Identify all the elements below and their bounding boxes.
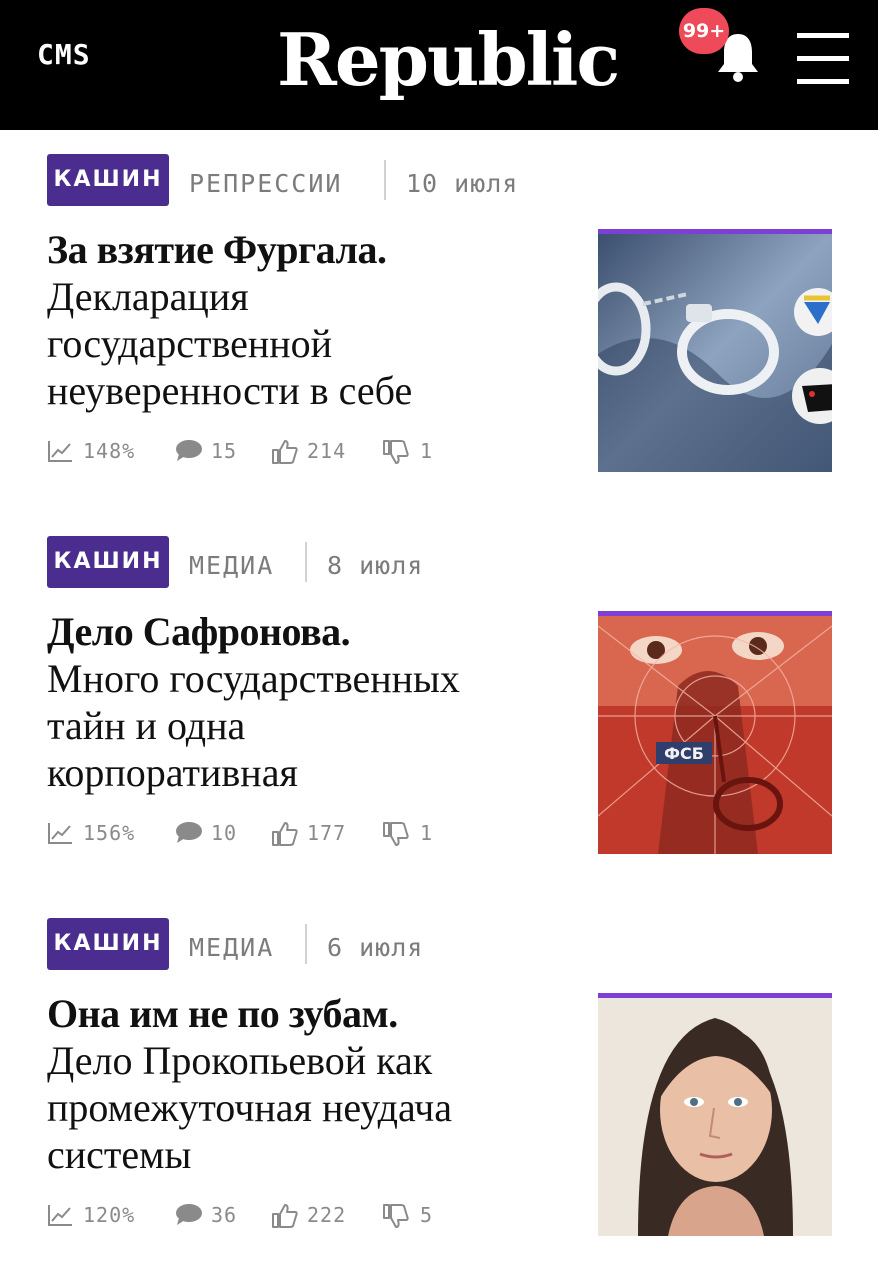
article-title: Она им не по зубам.	[47, 991, 398, 1036]
subtitle-line: Декларация	[47, 274, 249, 319]
thumbs-down-icon	[383, 1204, 409, 1228]
dislikes-count: 5	[420, 1203, 434, 1227]
publish-date: 10 июля	[406, 169, 519, 198]
thumbs-down-icon	[383, 822, 409, 846]
article-title: Дело Сафронова.	[47, 609, 351, 654]
thumbs-up-icon	[272, 822, 298, 846]
subtitle-line: корпоративная	[47, 750, 298, 795]
divider	[384, 160, 386, 200]
fsb-illustration: ФСБ	[598, 616, 832, 854]
handcuffs-illustration	[598, 234, 832, 472]
rubric-label[interactable]: МЕДИА	[189, 536, 274, 588]
article-headline[interactable]: За взятие Фургала. Декларация государств…	[47, 226, 567, 414]
author-tag[interactable]: КАШИН	[47, 154, 169, 206]
fsb-label: ФСБ	[664, 744, 704, 763]
article-card[interactable]: КАШИН МЕДИА 8 июля Дело Сафронова. Много…	[0, 536, 878, 896]
growth-value: 120%	[83, 1203, 136, 1227]
subtitle-line: системы	[47, 1132, 192, 1177]
thumbs-up-icon	[272, 1204, 298, 1228]
comment-icon	[176, 1204, 202, 1225]
dislikes-count: 1	[420, 439, 434, 463]
subtitle-line: тайн и одна	[47, 703, 246, 748]
portrait-illustration	[598, 998, 832, 1236]
author-tag[interactable]: КАШИН	[47, 918, 169, 970]
notification-badge[interactable]: 99+	[679, 8, 729, 54]
growth-value: 148%	[83, 439, 136, 463]
growth-value: 156%	[83, 821, 136, 845]
publish-date: 8 июля	[327, 551, 424, 580]
article-image[interactable]	[598, 993, 832, 1236]
trend-chart-icon	[48, 1205, 72, 1226]
rubric-label[interactable]: РЕПРЕССИИ	[189, 154, 342, 206]
trend-chart-icon	[48, 823, 72, 844]
thumbs-down-icon	[383, 440, 409, 464]
rubric-label[interactable]: МЕДИА	[189, 918, 274, 970]
article-image[interactable]: ФСБ	[598, 611, 832, 854]
subtitle-line: государственной	[47, 321, 333, 366]
article-card[interactable]: КАШИН МЕДИА 6 июля Она им не по зубам. Д…	[0, 918, 878, 1278]
article-headline[interactable]: Она им не по зубам. Дело Прокопьевой как…	[47, 990, 567, 1178]
likes-count: 222	[307, 1203, 347, 1227]
comments-count: 15	[211, 439, 238, 463]
cms-link[interactable]: CMS	[37, 38, 91, 71]
subtitle-line: промежуточная неудача	[47, 1085, 452, 1130]
article-image[interactable]	[598, 229, 832, 472]
comment-icon	[176, 822, 202, 843]
divider	[305, 924, 307, 964]
subtitle-line: Дело Прокопьевой как	[47, 1038, 433, 1083]
trend-chart-icon	[48, 441, 72, 462]
dislikes-count: 1	[420, 821, 434, 845]
site-logo[interactable]: Republic	[277, 12, 620, 108]
comments-count: 10	[211, 821, 238, 845]
divider	[305, 542, 307, 582]
article-card[interactable]: КАШИН РЕПРЕССИИ 10 июля За взятие Фургал…	[0, 154, 878, 514]
author-tag[interactable]: КАШИН	[47, 536, 169, 588]
article-title: За взятие Фургала.	[47, 227, 387, 272]
likes-count: 214	[307, 439, 347, 463]
hamburger-menu-icon[interactable]	[797, 33, 849, 85]
likes-count: 177	[307, 821, 347, 845]
thumbs-up-icon	[272, 440, 298, 464]
comments-count: 36	[211, 1203, 238, 1227]
subtitle-line: Много государственных	[47, 656, 460, 701]
top-bar: CMS Republic 99+	[0, 0, 878, 130]
comment-icon	[176, 440, 202, 461]
article-headline[interactable]: Дело Сафронова. Много государственных та…	[47, 608, 567, 796]
subtitle-line: неуверенности в себе	[47, 368, 413, 413]
publish-date: 6 июля	[327, 933, 424, 962]
